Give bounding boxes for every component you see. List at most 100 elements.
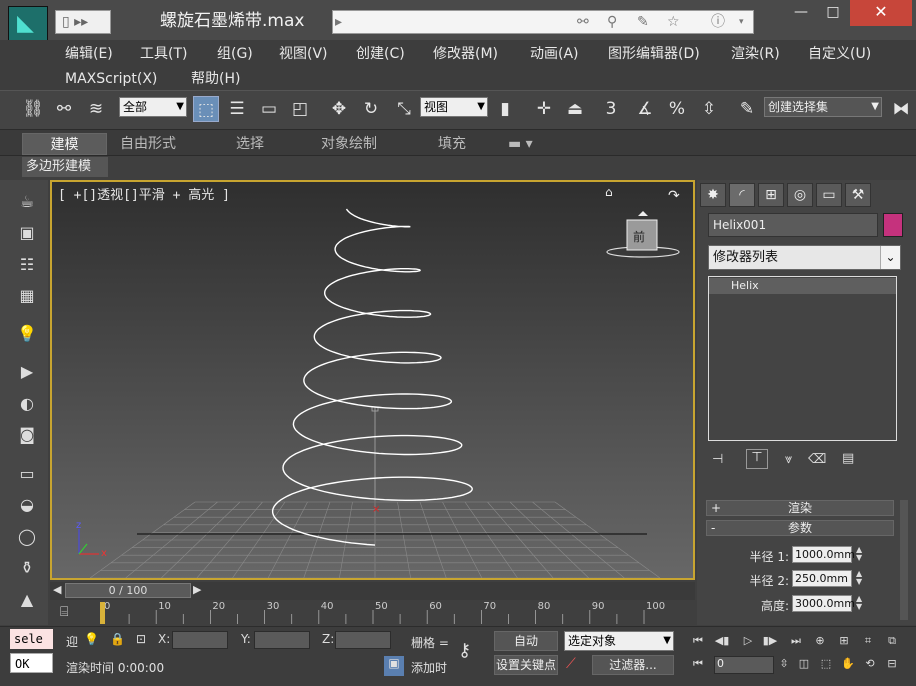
current-frame-field[interactable]: 0 bbox=[714, 656, 774, 674]
selection-filter-dropdown[interactable]: 全部 ▼ bbox=[119, 97, 187, 117]
menu-rendering[interactable]: 渲染(R) bbox=[731, 43, 780, 65]
make-unique-icon[interactable]: ⩔ bbox=[785, 452, 792, 467]
maximize-button[interactable]: □ bbox=[818, 2, 848, 24]
maxscript-listener-output[interactable]: OK bbox=[10, 653, 53, 673]
key-filter-dropdown[interactable]: 选定对象 ▼ bbox=[564, 631, 674, 651]
radius1-field[interactable]: 1000.0mm bbox=[792, 546, 855, 563]
x-coord-field[interactable] bbox=[172, 631, 228, 649]
rollout-parameters[interactable]: - 参数 bbox=[706, 520, 894, 536]
scale-icon[interactable]: ⤡ bbox=[391, 96, 417, 122]
current-frame-marker[interactable] bbox=[100, 602, 105, 624]
time-slider[interactable]: 0 / 100 bbox=[65, 583, 191, 598]
ribbon-tab-freeform[interactable]: 自由形式 bbox=[120, 133, 176, 155]
previous-frame-icon[interactable]: ◀▮ bbox=[714, 633, 730, 649]
key-filters-button[interactable]: 过滤器... bbox=[592, 655, 674, 675]
next-frame-icon[interactable]: ▮▶ bbox=[762, 633, 778, 649]
move-icon[interactable]: ✥ bbox=[326, 96, 352, 122]
ribbon-tab-modeling[interactable]: 建模 bbox=[22, 133, 107, 155]
snaps-toggle-icon[interactable]: 3 bbox=[598, 96, 624, 122]
spinner-icon[interactable]: ▲ ▼ bbox=[856, 595, 866, 612]
zoom-icon[interactable]: ⊕ bbox=[812, 633, 828, 649]
manipulate-icon[interactable]: ✛ bbox=[531, 96, 557, 122]
camera-icon[interactable]: ▶ bbox=[15, 361, 39, 383]
display-tab-icon[interactable]: ▭ bbox=[816, 183, 842, 207]
select-object-icon[interactable]: ⬚ bbox=[193, 96, 219, 122]
auto-key-button[interactable]: 自动 bbox=[494, 631, 558, 651]
time-configuration-icon[interactable]: ⇳ bbox=[776, 656, 792, 672]
ribbon-tab-populate[interactable]: 填充 bbox=[438, 133, 466, 155]
spinner-icon[interactable]: ▲ ▼ bbox=[856, 570, 866, 587]
reference-coordinate-dropdown[interactable]: 视图 ▼ bbox=[420, 97, 488, 117]
region-zoom-icon[interactable]: ⬚ bbox=[818, 656, 834, 672]
set-key-icon[interactable]: ⚷ bbox=[458, 640, 471, 661]
key-mode-icon[interactable]: ⟋ bbox=[566, 656, 576, 672]
home-icon[interactable]: ⌂ bbox=[605, 185, 613, 199]
exchange-icon[interactable]: ✎ bbox=[637, 11, 649, 33]
teapot-icon[interactable]: ☕ bbox=[15, 191, 39, 213]
go-to-end-icon[interactable]: ⏭ bbox=[788, 633, 804, 649]
mirror-icon[interactable]: ⧓ bbox=[888, 96, 914, 122]
zoom-all-icon[interactable]: ⊞ bbox=[836, 633, 852, 649]
edit-named-selection-icon[interactable]: ✎ bbox=[734, 96, 760, 122]
box-primitive-icon[interactable]: ▭ bbox=[15, 463, 39, 485]
star-icon[interactable]: ☆ bbox=[667, 11, 680, 33]
percent-snap-icon[interactable]: % bbox=[664, 96, 690, 122]
field-of-view-icon[interactable]: ◫ bbox=[796, 656, 812, 672]
light-icon[interactable]: 💡 bbox=[15, 323, 39, 345]
menu-maxscript[interactable]: MAXScript(X) bbox=[65, 68, 157, 90]
show-end-result-icon[interactable]: ⊤ bbox=[746, 449, 768, 469]
hemisphere-icon[interactable]: ◒ bbox=[15, 494, 39, 516]
help-dropdown-icon[interactable]: ▾ bbox=[739, 11, 744, 33]
stack-item-helix[interactable]: Helix bbox=[709, 278, 896, 294]
menu-view[interactable]: 视图(V) bbox=[279, 43, 328, 65]
list-icon[interactable]: ☷ bbox=[15, 254, 39, 276]
binoculars-icon[interactable]: ⚯ bbox=[577, 11, 589, 33]
lock-icon[interactable]: 🔒 bbox=[110, 632, 125, 646]
grid-panel-icon[interactable]: ▦ bbox=[15, 285, 39, 307]
maximize-viewport-icon[interactable]: ⊟ bbox=[884, 656, 900, 672]
viewcube[interactable]: 前 bbox=[606, 211, 680, 258]
unlink-icon[interactable]: ⚯ bbox=[51, 96, 77, 122]
menu-tools[interactable]: 工具(T) bbox=[140, 43, 187, 65]
menu-animation[interactable]: 动画(A) bbox=[530, 43, 579, 65]
menu-edit[interactable]: 编辑(E) bbox=[65, 43, 113, 65]
polygon-modeling-panel[interactable]: 多边形建模 bbox=[22, 157, 108, 177]
select-by-name-icon[interactable]: ☰ bbox=[224, 96, 250, 122]
render-frame-icon[interactable]: ▣ bbox=[15, 222, 39, 244]
modifier-stack[interactable] bbox=[708, 276, 897, 441]
object-name-field[interactable]: Helix001 bbox=[708, 213, 878, 237]
angle-snap-icon[interactable]: ∡ bbox=[632, 96, 658, 122]
perspective-viewport[interactable]: × 前 ⌂ ↷ z x [ +[]透视[]平滑 + 高光 ] bbox=[50, 180, 695, 580]
trackbar-toggle-icon[interactable]: ⌸ bbox=[60, 604, 68, 620]
set-key-button[interactable]: 设置关键点 bbox=[494, 655, 558, 675]
menu-help[interactable]: 帮助(H) bbox=[191, 68, 240, 90]
rotate-icon[interactable]: ↻ bbox=[358, 96, 384, 122]
menu-graph-editors[interactable]: 图形编辑器(D) bbox=[608, 43, 700, 65]
go-to-start-icon[interactable]: ⏮ bbox=[690, 633, 706, 649]
maxscript-listener-input[interactable]: sele bbox=[10, 629, 53, 649]
menu-create[interactable]: 创建(C) bbox=[356, 43, 405, 65]
motion-tab-icon[interactable]: ◎ bbox=[787, 183, 813, 207]
viewcube-top-arrow[interactable] bbox=[638, 211, 648, 216]
track-bar[interactable]: 0 10 20 30 40 50 60 70 80 90 100 bbox=[50, 600, 695, 628]
pin-stack-icon[interactable]: ⊣ bbox=[712, 452, 723, 467]
object-color-swatch[interactable] bbox=[883, 213, 903, 237]
pan-view-icon[interactable]: ✋ bbox=[840, 656, 856, 672]
orbit-view-icon[interactable]: ⟲ bbox=[862, 656, 878, 672]
configure-modifier-sets-icon[interactable]: ▤ bbox=[842, 451, 854, 466]
rectangular-selection-icon[interactable]: ▭ bbox=[256, 96, 282, 122]
height-field[interactable]: 3000.0mm bbox=[792, 595, 855, 612]
named-selection-dropdown[interactable]: 创建选择集 ▼ bbox=[764, 97, 882, 117]
radius2-field[interactable]: 250.0mm bbox=[792, 570, 852, 587]
y-coord-field[interactable] bbox=[254, 631, 310, 649]
close-button[interactable]: ✕ bbox=[850, 0, 912, 26]
app-logo-button[interactable]: ◣ bbox=[8, 6, 48, 42]
key-icon[interactable]: ⚲ bbox=[607, 11, 617, 33]
help-icon[interactable]: ⓘ bbox=[711, 11, 725, 33]
basket-icon[interactable]: ⚱ bbox=[15, 557, 39, 579]
modify-tab-icon[interactable]: ◜ bbox=[729, 183, 755, 207]
link-icon[interactable]: ⛓ bbox=[20, 96, 46, 122]
key-mode-toggle-icon[interactable]: ⏮ bbox=[690, 656, 706, 672]
menu-group[interactable]: 组(G) bbox=[217, 43, 253, 65]
time-prev-icon[interactable]: ◀ bbox=[53, 583, 61, 596]
